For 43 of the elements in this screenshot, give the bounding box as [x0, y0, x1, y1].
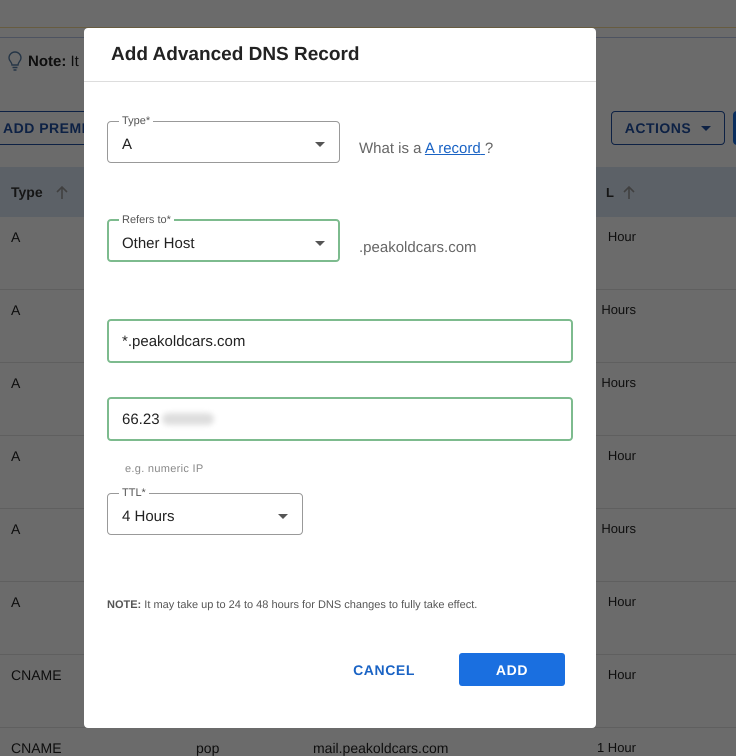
- table-cell: A: [11, 448, 20, 464]
- table-cell: Hour: [608, 229, 636, 244]
- table-cell: pop: [196, 740, 220, 756]
- column-header[interactable]: Type: [11, 184, 43, 200]
- lightbulb-icon: [8, 51, 22, 71]
- table-cell: Hours: [601, 521, 636, 536]
- help-text: What is a: [359, 140, 422, 157]
- select-field[interactable]: Type* A: [107, 115, 340, 163]
- note-text: Note: It: [28, 52, 79, 70]
- table-cell: A: [11, 229, 20, 245]
- actions-button[interactable]: ACTIONS: [611, 111, 725, 145]
- select-field[interactable]: Refers to* Other Host: [107, 214, 340, 262]
- table-cell: Hour: [608, 448, 636, 463]
- dropdown-caret-icon: [701, 126, 712, 130]
- helper-text: e.g. numeric IP: [125, 463, 204, 475]
- cancel-button[interactable]: CANCEL: [353, 654, 415, 686]
- input-field[interactable]: *.peakoldcars.com: [107, 319, 573, 363]
- help-link[interactable]: A record: [424, 140, 485, 157]
- help-text: ?: [484, 140, 494, 157]
- table-cell: A: [11, 375, 20, 391]
- table-cell: A: [11, 594, 20, 610]
- sort-arrow-icon[interactable]: [622, 184, 636, 200]
- column-header[interactable]: L: [606, 184, 614, 200]
- table-cell: A: [11, 521, 20, 537]
- domain-suffix: .peakoldcars.com: [359, 239, 477, 256]
- table-cell: mail.peakoldcars.com: [313, 740, 448, 756]
- table-cell: Hour: [608, 667, 636, 682]
- table-cell: CNAME: [11, 740, 62, 756]
- dropdown-caret-icon: [315, 240, 325, 246]
- table-cell: 1 Hour: [596, 740, 636, 755]
- table-cell: Hours: [601, 302, 636, 317]
- add-button[interactable]: ADD: [459, 653, 565, 686]
- note-text: NOTE: It may take up to 24 to 48 hours for DNS changes to fully take effect.: [107, 599, 478, 611]
- dropdown-caret-icon: [315, 142, 325, 147]
- sort-arrow-icon[interactable]: [54, 184, 69, 200]
- input-field[interactable]: 66.23: [107, 397, 573, 441]
- table-cell: Hours: [601, 375, 636, 390]
- dialog-title: Add Advanced DNS Record: [111, 44, 360, 66]
- table-cell: A: [11, 302, 20, 318]
- dropdown-caret-icon: [278, 514, 288, 519]
- table-cell: CNAME: [11, 667, 62, 683]
- select-field[interactable]: TTL* 4 Hours: [107, 487, 303, 535]
- table-cell: Hour: [608, 594, 636, 609]
